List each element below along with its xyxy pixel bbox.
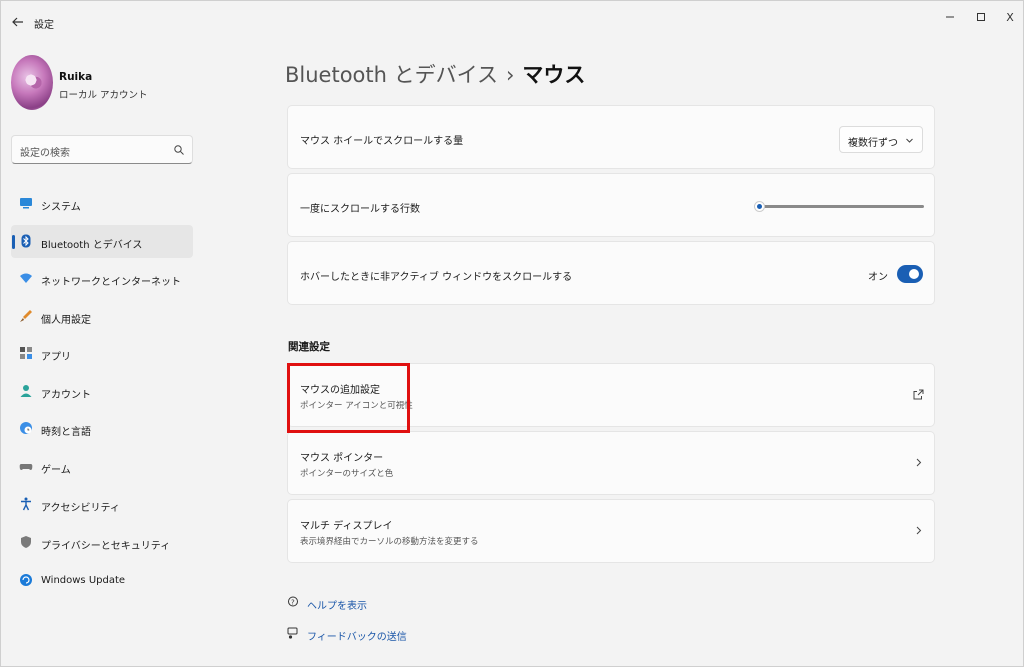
sidebar-item-label: 個人用設定: [41, 315, 91, 326]
sidebar-item-time-language[interactable]: 時刻と言語: [11, 412, 193, 445]
svg-text:?: ?: [291, 598, 295, 606]
sidebar-item-label: アクセシビリティ: [41, 503, 120, 514]
scroll-amount-label: マウス ホイールでスクロールする量: [300, 136, 464, 147]
search-icon[interactable]: [173, 144, 185, 156]
sidebar-item-label: ネットワークとインターネット: [41, 277, 181, 288]
sidebar-item-windows-update[interactable]: Windows Update: [11, 564, 193, 597]
search-input[interactable]: 設定の検索: [11, 135, 193, 164]
feedback-link-text[interactable]: フィードバックの送信: [307, 628, 407, 643]
search-placeholder: 設定の検索: [20, 148, 70, 159]
sidebar-item-label: システム: [41, 202, 81, 213]
mouse-pointer-row[interactable]: マウス ポインター ポインターのサイズと色: [287, 431, 935, 495]
sidebar-item-privacy-security[interactable]: プライバシーとセキュリティ: [11, 526, 193, 559]
sidebar-item-label: ゲーム: [41, 465, 71, 476]
row-title: マウス ポインター: [300, 453, 384, 464]
help-icon: ?: [288, 596, 298, 607]
sidebar-item-system[interactable]: システム: [11, 187, 193, 220]
close-button[interactable]: X: [1000, 7, 1020, 27]
shield-icon: [21, 536, 31, 548]
external-link-icon: [913, 389, 924, 400]
page-title: マウス: [522, 63, 586, 87]
settings-window: 設定 X Ruika ローカル アカウント 設定の検索 システム Bluetoo…: [0, 0, 1024, 667]
slider-track[interactable]: [759, 205, 924, 208]
user-name: Ruika: [59, 71, 93, 83]
globe-clock-icon: [20, 422, 32, 434]
inactive-scroll-toggle[interactable]: [897, 265, 923, 283]
minimize-icon: [946, 16, 954, 18]
row-subtitle: 表示境界経由でカーソルの移動方法を変更する: [300, 537, 479, 547]
sidebar-item-label: 時刻と言語: [41, 427, 91, 438]
app-title: 設定: [34, 20, 54, 31]
feedback-icon: [287, 627, 298, 639]
breadcrumb-separator: ›: [506, 63, 515, 87]
chevron-right-icon: [916, 526, 922, 535]
maximize-button[interactable]: [971, 7, 991, 27]
maximize-icon: [977, 13, 985, 21]
breadcrumb-parent[interactable]: Bluetooth とデバイス: [285, 63, 498, 87]
inactive-scroll-card: ホバーしたときに非アクティブ ウィンドウをスクロールする オン: [287, 241, 935, 305]
help-link-text[interactable]: ヘルプを表示: [307, 597, 367, 612]
sidebar-item-bluetooth[interactable]: Bluetooth とデバイス: [11, 225, 193, 258]
lines-per-scroll-label: 一度にスクロールする行数: [300, 204, 420, 215]
sidebar-item-gaming[interactable]: ゲーム: [11, 450, 193, 483]
chevron-right-icon: [916, 458, 922, 467]
avatar[interactable]: [11, 55, 53, 110]
sidebar-item-label: Bluetooth とデバイス: [41, 240, 143, 251]
scroll-amount-card: マウス ホイールでスクロールする量 複数行ずつ: [287, 105, 935, 169]
sidebar-item-label: アカウント: [41, 390, 91, 401]
inactive-scroll-label: ホバーしたときに非アクティブ ウィンドウをスクロールする: [300, 272, 573, 283]
row-subtitle: ポインターのサイズと色: [300, 469, 394, 479]
row-title: マウスの追加設定: [300, 385, 380, 396]
back-arrow-icon[interactable]: [9, 13, 27, 31]
sidebar-item-accessibility[interactable]: アクセシビリティ: [11, 488, 193, 521]
account-type: ローカル アカウント: [59, 90, 148, 101]
multi-display-row[interactable]: マルチ ディスプレイ 表示境界経由でカーソルの移動方法を変更する: [287, 499, 935, 563]
dropdown-value: 複数行ずつ: [848, 138, 898, 149]
account-icon: [20, 385, 32, 397]
accessibility-icon: [21, 497, 31, 511]
sidebar-item-accounts[interactable]: アカウント: [11, 375, 193, 408]
sidebar-item-personalization[interactable]: 個人用設定: [11, 300, 193, 333]
row-title: マルチ ディスプレイ: [300, 521, 393, 532]
slider-thumb[interactable]: [754, 201, 765, 212]
minimize-button[interactable]: [940, 7, 960, 27]
sidebar-item-label: アプリ: [41, 352, 71, 363]
bluetooth-icon: [21, 234, 31, 248]
sidebar-item-label: Windows Update: [41, 575, 126, 586]
network-icon: [20, 273, 32, 283]
sidebar-item-apps[interactable]: アプリ: [11, 337, 193, 370]
toggle-state-label: オン: [868, 272, 888, 283]
breadcrumb: Bluetooth とデバイス › マウス: [285, 59, 585, 89]
monitor-icon: [20, 198, 32, 209]
title-bar: 設定 X: [1, 1, 1023, 45]
lines-per-scroll-card: 一度にスクロールする行数: [287, 173, 935, 237]
close-icon: X: [1006, 10, 1014, 24]
additional-mouse-settings-row[interactable]: マウスの追加設定 ポインター アイコンと可視性: [287, 363, 935, 427]
sidebar-item-network[interactable]: ネットワークとインターネット: [11, 262, 193, 295]
row-subtitle: ポインター アイコンと可視性: [300, 401, 413, 411]
sidebar-item-label: プライバシーとセキュリティ: [41, 541, 171, 552]
apps-icon: [20, 347, 32, 359]
chevron-down-icon: [906, 138, 913, 143]
update-icon: [20, 574, 32, 586]
related-settings-heading: 関連設定: [288, 341, 330, 353]
scroll-amount-dropdown[interactable]: 複数行ずつ: [839, 126, 923, 153]
brush-icon: [20, 310, 32, 322]
gamepad-icon: [19, 464, 33, 470]
